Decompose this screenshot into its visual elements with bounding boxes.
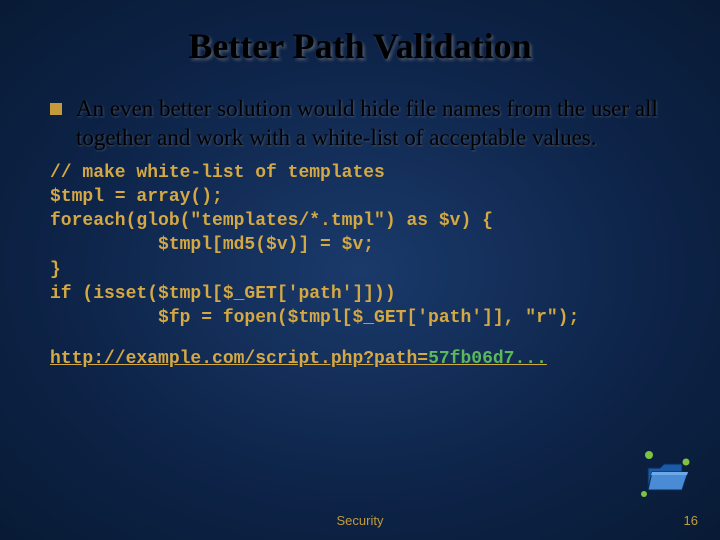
code-block: // make white-list of templates $tmpl = … [50, 161, 670, 331]
page-number: 16 [684, 513, 698, 528]
bullet-item: An even better solution would hide file … [50, 95, 670, 153]
url-example: http://example.com/script.php?path=57fb0… [50, 349, 670, 369]
folder-icon [638, 448, 694, 500]
url-prefix: http://example.com/script.php?path= [50, 349, 428, 369]
bullet-icon [50, 103, 62, 115]
url-hash: 57fb06d7... [428, 349, 547, 369]
footer-text: Security [0, 513, 720, 528]
slide: Better Path Validation An even better so… [0, 0, 720, 369]
bullet-text: An even better solution would hide file … [76, 95, 670, 153]
slide-title: Better Path Validation [50, 25, 670, 67]
